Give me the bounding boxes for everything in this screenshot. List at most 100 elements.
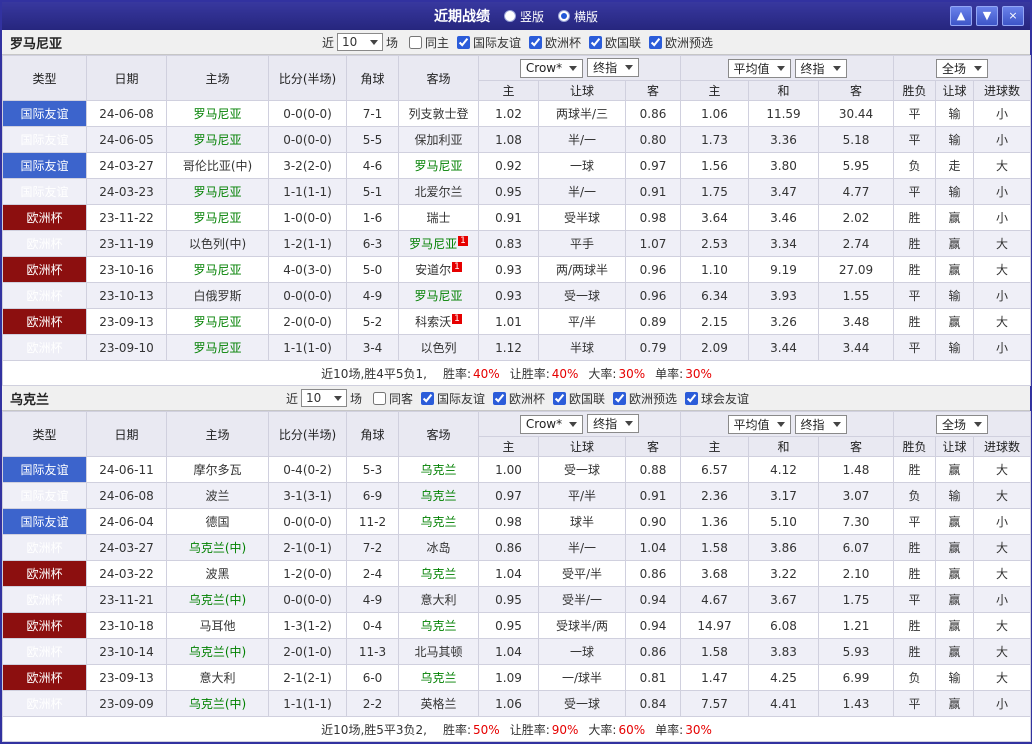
sub-column-header: 进球数 [973, 436, 1032, 457]
home-team-cell: 波兰 [166, 482, 269, 509]
home-team-cell[interactable]: 罗马尼亚 [166, 334, 269, 361]
close-button[interactable]: × [1002, 6, 1024, 26]
away-team-cell[interactable]: 乌克兰 [398, 482, 479, 509]
league-filter-checkbox[interactable]: 欧洲杯 [493, 390, 545, 407]
layout-option-horizontal[interactable]: 横版 [558, 8, 598, 25]
match-count-select[interactable]: 10 [336, 33, 383, 51]
final-odds-select[interactable]: 终指 [587, 58, 640, 78]
europe-home-odds-cell: 1.56 [680, 152, 749, 179]
score-cell: 1-2(0-0) [268, 560, 347, 587]
league-filter-checkbox[interactable]: 欧国联 [589, 34, 641, 51]
competition-type-cell: 欧洲杯 [2, 282, 87, 309]
away-team-cell[interactable]: 乌克兰 [398, 664, 479, 691]
corner-cell: 6-9 [346, 482, 399, 509]
same-venue-checkbox[interactable]: 同主 [408, 34, 449, 51]
fullmatch-select[interactable]: 全场 [936, 414, 989, 434]
home-team-cell[interactable]: 罗马尼亚 [166, 308, 269, 335]
match-count-select[interactable]: 10 [300, 389, 347, 407]
score-cell: 1-1(1-1) [268, 690, 347, 717]
date-cell: 23-11-19 [86, 230, 167, 257]
final-odds-select[interactable]: 终指 [587, 414, 640, 434]
away-team-cell: 英格兰 [398, 690, 479, 717]
score-cell: 1-1(1-0) [268, 334, 347, 361]
league-filter-checkbox-input[interactable] [456, 35, 470, 49]
league-filter-checkbox[interactable]: 欧洲杯 [529, 34, 581, 51]
home-team-cell[interactable]: 乌克兰(中) [166, 586, 269, 613]
league-filter-checkbox-input[interactable] [613, 391, 627, 405]
handicap-home-odds-cell: 0.93 [478, 282, 539, 309]
home-team-cell[interactable]: 乌克兰(中) [166, 690, 269, 717]
league-filter-checkbox[interactable]: 国际友谊 [420, 390, 485, 407]
sections-container: 罗马尼亚近 10 场同主 国际友谊 欧洲杯 欧国联 欧洲预选 类型 日期 主场 比分(半场) 角球 客场… [1, 30, 1032, 742]
away-team-cell[interactable]: 乌克兰 [398, 508, 479, 535]
winloss-result-cell: 负 [893, 482, 937, 509]
fullmatch-select[interactable]: 全场 [936, 58, 989, 78]
column-header: 类型 [2, 55, 87, 101]
away-team-name: 瑞士 [426, 211, 451, 225]
handicap-away-odds-cell: 0.98 [625, 204, 681, 231]
home-team-cell[interactable]: 罗马尼亚 [166, 204, 269, 231]
home-team-name: 罗马尼亚 [193, 185, 242, 199]
score-cell: 2-1(0-1) [268, 534, 347, 561]
radio-unselected-icon [503, 10, 516, 22]
away-team-cell[interactable]: 乌克兰 [398, 456, 479, 483]
same-venue-checkbox[interactable]: 同客 [372, 390, 413, 407]
column-header: 角球 [346, 55, 399, 101]
scroll-up-button[interactable]: ▲ [950, 6, 972, 26]
away-team-cell[interactable]: 乌克兰 [398, 560, 479, 587]
bookmaker-select[interactable]: Crow* [519, 414, 584, 434]
league-filter-checkbox-input[interactable] [553, 391, 567, 405]
home-team-cell[interactable]: 罗马尼亚 [166, 126, 269, 153]
date-cell: 23-10-16 [86, 256, 167, 283]
sub-column-header: 客 [625, 80, 681, 101]
league-filter-checkbox[interactable]: 欧国联 [553, 390, 605, 407]
league-filter-checkbox-label: 欧洲预选 [665, 35, 714, 50]
league-filter-checkbox[interactable]: 欧洲预选 [649, 34, 713, 51]
away-team-cell[interactable]: 乌克兰 [398, 612, 479, 639]
layout-option-vertical[interactable]: 竖版 [503, 8, 544, 25]
league-filter-checkbox[interactable]: 球会友谊 [685, 390, 749, 407]
home-team-cell[interactable]: 罗马尼亚 [166, 256, 269, 283]
league-filter-checkbox-input[interactable] [420, 391, 434, 405]
league-filter-checkbox[interactable]: 国际友谊 [456, 34, 521, 51]
league-filter-checkbox-input[interactable] [589, 35, 603, 49]
corner-cell: 6-3 [346, 230, 399, 257]
handicap-away-odds-cell: 0.80 [625, 126, 681, 153]
europe-away-odds-cell: 27.09 [817, 256, 895, 283]
corner-cell: 5-3 [346, 456, 399, 483]
bookmaker-select[interactable]: Crow* [519, 58, 584, 78]
average-select[interactable]: 平均值 [727, 58, 791, 78]
final-odds-select[interactable]: 终指 [794, 58, 847, 78]
average-select[interactable]: 平均值 [727, 414, 791, 434]
goals-result-cell: 大 [973, 256, 1032, 283]
league-filter-checkbox[interactable]: 欧洲预选 [613, 390, 677, 407]
europe-away-odds-cell: 3.07 [817, 482, 895, 509]
league-filter-checkbox-label: 球会友谊 [701, 391, 750, 406]
team-name: 乌克兰 [10, 392, 50, 408]
home-team-cell[interactable]: 罗马尼亚 [166, 100, 269, 127]
same-venue-checkbox-input[interactable] [372, 391, 386, 405]
winloss-result-cell: 胜 [893, 456, 937, 483]
away-team-cell[interactable]: 罗马尼亚 1 [398, 230, 479, 257]
final-odds-select[interactable]: 终指 [794, 414, 847, 434]
league-filter-checkbox-input[interactable] [493, 391, 506, 405]
handicap-result-cell: 输 [935, 282, 975, 309]
away-team-cell[interactable]: 罗马尼亚 [398, 152, 479, 179]
handicap-line-cell: 受半/一 [538, 586, 626, 613]
same-venue-checkbox-input[interactable] [408, 35, 422, 49]
league-filter-checkbox-input[interactable] [649, 35, 663, 49]
home-team-cell[interactable]: 乌克兰(中) [166, 638, 269, 665]
competition-type-cell: 国际友谊 [2, 456, 87, 483]
scroll-down-button[interactable]: ▼ [976, 6, 998, 26]
handicap-line-cell: 半/一 [538, 534, 626, 561]
europe-away-odds-cell: 1.75 [817, 586, 895, 613]
match-row: 欧洲杯 23-10-16 罗马尼亚 4-0(3-0) 5-0 安道尔 1 0.93 两/两球半 0… [2, 256, 1032, 283]
league-filter-checkbox-input[interactable] [685, 391, 699, 405]
europe-home-odds-cell: 4.67 [680, 586, 749, 613]
goals-result-cell: 小 [973, 100, 1032, 127]
dropdown-arrow-icon [369, 39, 378, 45]
league-filter-checkbox-input[interactable] [529, 35, 542, 49]
away-team-cell[interactable]: 罗马尼亚 [398, 282, 479, 309]
home-team-cell[interactable]: 罗马尼亚 [166, 178, 269, 205]
home-team-cell[interactable]: 乌克兰(中) [166, 534, 269, 561]
